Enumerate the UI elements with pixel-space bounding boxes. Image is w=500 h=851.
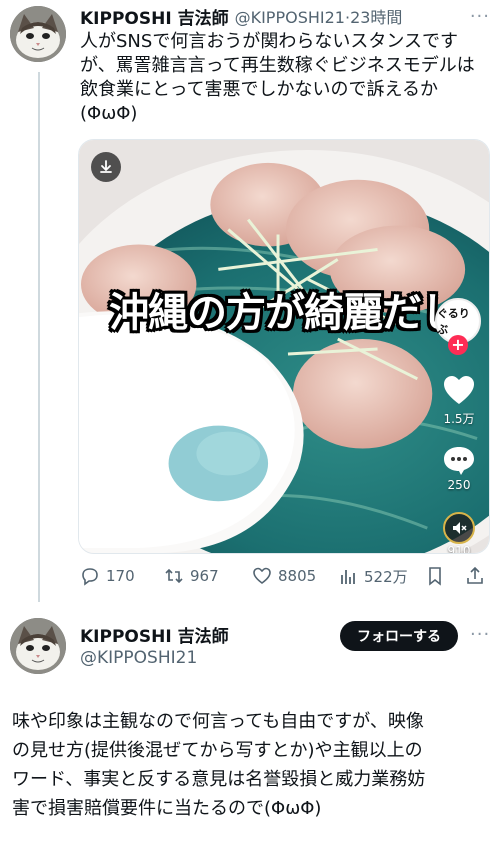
author-handle[interactable]: @KIPPOSHI21 — [80, 648, 197, 668]
post-actions: 170 967 8805 522万 — [80, 566, 490, 590]
post-text-line: ワード、事実と反する意見は名誉毀損と威力業務妨 — [12, 769, 426, 790]
reply-count: 170 — [106, 567, 135, 585]
bookmark-icon — [429, 567, 441, 586]
download-icon[interactable] — [91, 152, 121, 182]
views-icon — [341, 569, 355, 584]
more-horizontal-icon[interactable]: ··· — [470, 624, 490, 645]
repost-count: 967 — [190, 567, 219, 585]
video-like-count: 1.5万 — [443, 412, 475, 426]
like-icon — [253, 567, 271, 584]
share-button[interactable] — [465, 566, 485, 586]
post-text-line: 味や印象は主観なので何言っても自由ですが、映像 — [12, 711, 424, 732]
author-name[interactable]: KIPPOSHI 吉法師 — [80, 622, 229, 647]
post-text-line: 人がSNSで何言おうが関わらないスタンスです — [80, 31, 458, 52]
more-horizontal-icon[interactable]: ··· — [470, 6, 490, 27]
avatar[interactable] — [10, 6, 66, 62]
reply-icon — [82, 568, 98, 586]
post-time[interactable]: 23時間 — [350, 8, 402, 27]
post-text-line: 飲食業にとって害悪でしかないので訴えるか — [80, 79, 439, 100]
heart-icon[interactable] — [439, 376, 479, 410]
repost-icon — [165, 568, 183, 584]
reply-button[interactable]: 170 — [80, 566, 135, 586]
follow-plus-icon[interactable]: + — [448, 335, 468, 355]
post-text-line: の見せ方(提供後混ぜてから写すとか)や主観以上の — [12, 740, 423, 761]
mute-icon[interactable] — [443, 512, 475, 544]
video-comment-count: 250 — [447, 478, 471, 492]
follow-button[interactable]: フォローする — [340, 621, 458, 651]
post-text-line: が、罵詈雑言言って再生数稼ぐビジネスモデルは — [80, 55, 475, 76]
comment-bubble-icon[interactable] — [439, 446, 479, 480]
share-icon — [467, 566, 483, 584]
avatar[interactable] — [10, 618, 66, 674]
views-button[interactable]: 522万 — [338, 566, 408, 587]
like-count: 8805 — [278, 567, 317, 585]
view-count: 522万 — [364, 568, 408, 586]
video-caption: 沖縄の方が綺麗だし — [109, 290, 461, 336]
bookmark-button[interactable] — [425, 566, 445, 586]
author-name[interactable]: KIPPOSHI 吉法師 — [80, 4, 229, 29]
repost-button[interactable]: 967 — [164, 566, 219, 586]
video-share-count: 910 — [447, 544, 471, 554]
creator-badge-label: ぐるりぶ — [437, 307, 470, 336]
like-button[interactable]: 8805 — [252, 566, 316, 586]
post-text: 味や印象は主観なので何言っても自由ですが、映像 の見せ方(提供後混ぜてから写すと… — [12, 707, 492, 823]
author-handle[interactable]: @KIPPOSHI21·23時間 — [235, 4, 403, 28]
post-video[interactable]: 沖縄の方が綺麗だし ぐるりぶ + 1.5万 250 910 — [78, 139, 490, 554]
ramen-image — [79, 140, 489, 553]
post-text-line: 害で損害賠償要件に当たるので(ΦωΦ) — [12, 798, 322, 819]
post-header: KIPPOSHI 吉法師 @KIPPOSHI21·23時間 ··· — [80, 4, 490, 29]
post-text-line: (ΦωΦ) — [80, 103, 138, 124]
thread-connector — [38, 72, 40, 602]
post-text: 人がSNSで何言おうが関わらないスタンスです が、罵詈雑言言って再生数稼ぐビジネ… — [80, 30, 488, 126]
